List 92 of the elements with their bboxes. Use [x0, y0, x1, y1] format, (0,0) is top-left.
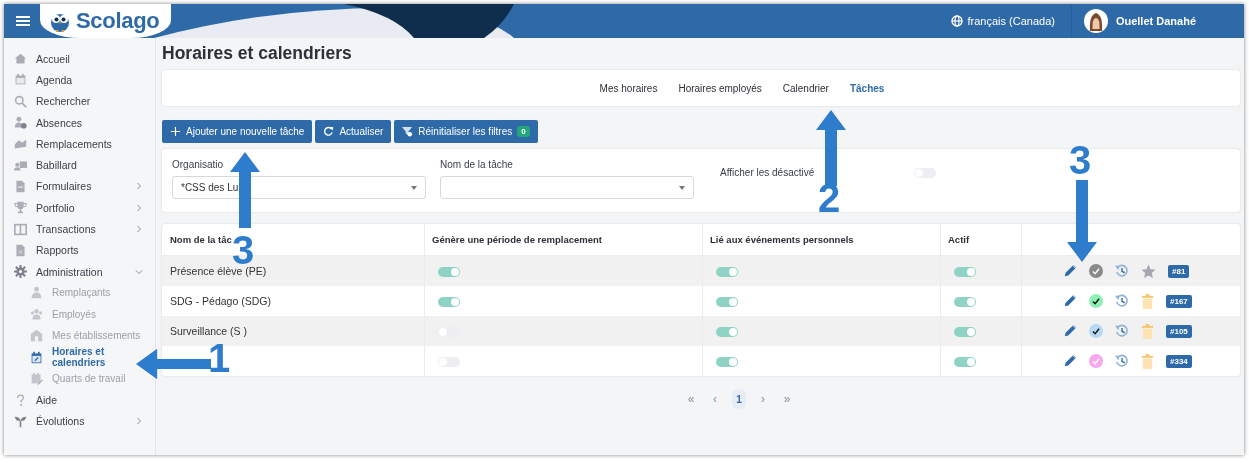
document-icon — [14, 243, 27, 257]
calendar-edit-icon — [30, 372, 43, 386]
history-icon — [1115, 264, 1129, 278]
people-icon — [30, 307, 43, 321]
count-badge: 0 — [517, 126, 530, 137]
nav-item[interactable]: Évolutions — [4, 410, 155, 433]
field-label: Nom de la tâche — [440, 159, 513, 170]
toggle-switch[interactable] — [954, 267, 976, 278]
nav-item[interactable]: Agenda — [4, 69, 155, 91]
caret-icon — [679, 185, 685, 190]
gear-icon — [14, 265, 27, 279]
nav-item[interactable]: Absences — [4, 111, 155, 134]
nav-item[interactable]: Administration — [4, 260, 155, 283]
language-selector[interactable]: français (Canada) — [967, 15, 1055, 27]
column-header[interactable]: Nom de la tâc — [162, 234, 232, 245]
user-name[interactable]: Ouellet Danahé — [1115, 15, 1196, 27]
status-check-icon[interactable] — [1089, 354, 1103, 368]
calendar-icon — [30, 350, 43, 364]
tab[interactable]: Calendrier — [782, 82, 829, 94]
logo-text: Scolago — [76, 8, 160, 34]
column-header[interactable]: Actif — [940, 234, 970, 245]
nav-item[interactable]: Babillard — [4, 154, 155, 176]
toggle-switch[interactable] — [954, 297, 976, 308]
nav-item[interactable]: Aide — [4, 389, 155, 411]
filter-icon — [402, 126, 414, 137]
sprout-icon — [14, 414, 27, 428]
step-number: 3 — [1069, 140, 1092, 180]
id-badge: #167 — [1166, 294, 1192, 308]
person-clock-icon — [14, 116, 27, 130]
search-icon — [14, 94, 27, 108]
avatar — [1083, 9, 1108, 33]
column-header[interactable]: Lié aux événements personnels — [702, 234, 854, 245]
tab[interactable]: Mes horaires — [599, 82, 658, 94]
question-icon — [14, 393, 27, 407]
nav-item[interactable]: Formulaires — [4, 175, 155, 198]
toggle-switch[interactable] — [954, 357, 976, 368]
table-cell-text: SDG - Pédago (SDG) — [169, 295, 271, 307]
building-icon — [30, 329, 43, 342]
tab[interactable]: Horaires employés — [678, 82, 762, 94]
toggle-switch[interactable] — [716, 297, 738, 308]
nav-item[interactable]: Horaires et calendriers — [4, 346, 126, 369]
page-title: Horaires et calendriers — [162, 43, 352, 64]
id-badge: #81 — [1168, 264, 1190, 278]
person-icon — [30, 286, 43, 300]
column-header[interactable]: Génère une période de remplacement — [424, 234, 602, 245]
table-cell-text: Surveillance (S ) — [169, 325, 248, 337]
pencil-icon[interactable] — [1063, 294, 1077, 308]
board-icon — [14, 158, 27, 172]
pencil-icon[interactable] — [1063, 354, 1077, 368]
select-field[interactable] — [440, 176, 694, 199]
nav-item[interactable]: Rechercher — [4, 90, 155, 112]
document-icon — [14, 179, 27, 193]
toggle-switch[interactable] — [954, 327, 976, 338]
nav-item[interactable]: Transactions — [4, 218, 155, 240]
menu-icon[interactable] — [16, 15, 30, 27]
history-icon — [1115, 324, 1129, 338]
exchange-icon — [14, 137, 27, 151]
nav-item[interactable]: Accueil — [4, 48, 155, 70]
step-number: 1 — [208, 338, 231, 378]
trophy-icon — [14, 201, 27, 215]
reset-filters-button[interactable]: Réinitialiser les filtres 0 — [394, 120, 538, 143]
toggle-switch[interactable] — [438, 267, 460, 278]
nav-item[interactable]: Rapports — [4, 239, 155, 261]
nav-item[interactable]: Portfolio — [4, 197, 155, 219]
status-check-icon[interactable] — [1089, 294, 1103, 308]
refresh-icon — [323, 126, 335, 137]
pencil-icon[interactable] — [1063, 264, 1077, 278]
toggle-switch[interactable] — [716, 267, 738, 278]
tab[interactable]: Tâches — [849, 82, 885, 94]
field-label: Organisatio — [172, 159, 224, 170]
toggle-switch[interactable] — [438, 297, 460, 308]
page-button[interactable]: 1 — [732, 389, 746, 409]
status-check-icon[interactable] — [1089, 324, 1103, 338]
select-field[interactable]: *CSS des Lu — [172, 176, 426, 199]
toggle-label: Afficher les désactivé — [720, 167, 815, 178]
toggle-switch[interactable] — [716, 327, 738, 338]
history-icon — [1115, 354, 1129, 368]
status-check-icon[interactable] — [1089, 264, 1103, 278]
refresh-button[interactable]: Actualiser — [315, 120, 392, 143]
add-button[interactable]: Ajouter une nouvelle tâche — [162, 120, 313, 143]
id-badge: #105 — [1166, 324, 1192, 338]
id-badge: #334 — [1166, 354, 1192, 368]
history-icon — [1115, 294, 1129, 308]
nav-item[interactable]: Remplacements — [4, 133, 155, 155]
globe-icon — [951, 15, 964, 27]
toggle-switch[interactable] — [716, 357, 738, 368]
pencil-icon[interactable] — [1063, 324, 1077, 338]
home-icon — [14, 52, 27, 66]
calendar-icon — [14, 73, 27, 87]
plus-icon — [170, 126, 181, 137]
caret-icon — [411, 185, 417, 190]
table-icon — [14, 222, 27, 236]
